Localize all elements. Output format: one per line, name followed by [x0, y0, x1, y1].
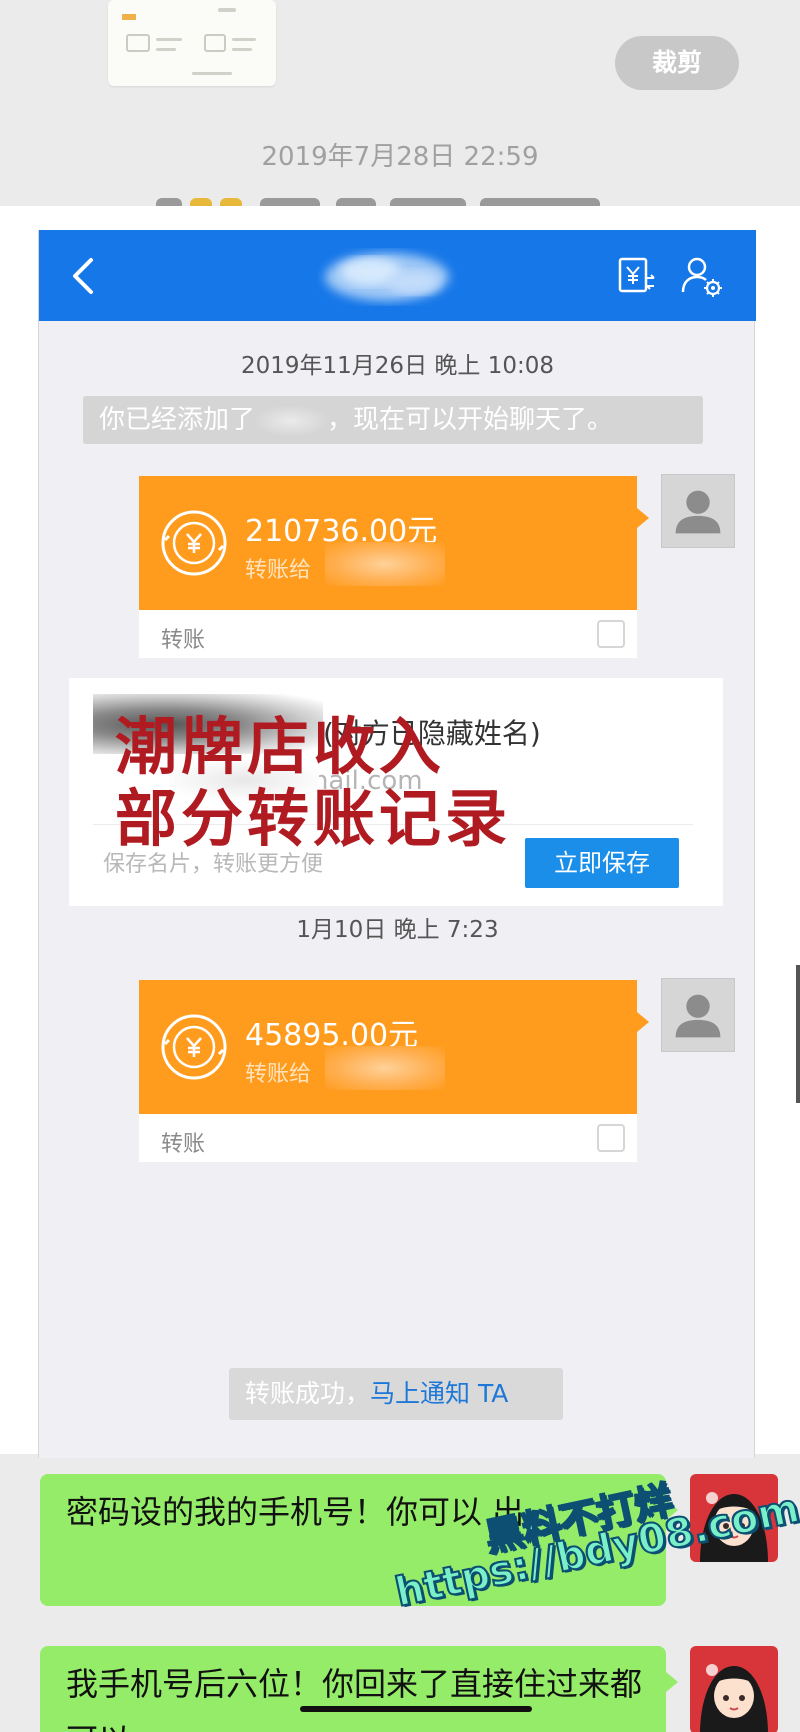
home-indicator[interactable] — [300, 1706, 532, 1712]
overlay-caption-line1: 潮牌店收入 — [115, 710, 446, 783]
transfer-yuan-icon — [161, 1014, 227, 1080]
blurred-recipient — [325, 542, 445, 586]
message-bubble[interactable]: 我手机号后六位！你回来了直接住过来都可以 — [40, 1646, 666, 1732]
transfer-recipient: 转账给 — [245, 558, 312, 583]
crop-button[interactable]: 裁剪 — [615, 36, 739, 90]
notify-link[interactable]: 马上通知 TA — [370, 1379, 508, 1408]
system-message: 你已经添加了 ，现在可以开始聊天了。 — [83, 396, 703, 444]
transfer-label: 转账 — [161, 1132, 206, 1157]
transfer-yuan-icon — [161, 510, 227, 576]
chat-screen: 裁剪 2019年7月28日 22:59 2019年11月26日 晚上 10:08… — [0, 0, 800, 1732]
chevron-left-icon[interactable] — [67, 256, 101, 296]
timestamp: 2019年11月26日 晚上 10:08 — [241, 353, 554, 379]
avatar[interactable] — [661, 978, 735, 1052]
transfer-success-message: 转账成功，马上通知 TA — [229, 1368, 563, 1420]
blurred-name — [325, 253, 449, 301]
avatar[interactable] — [690, 1646, 778, 1732]
avatar[interactable] — [661, 474, 735, 548]
timestamp: 1月10日 晚上 7:23 — [296, 917, 499, 943]
transfer-card[interactable]: 210736.00元 转账给 转账 — [139, 476, 649, 658]
transfer-recipient: 转账给 — [245, 1062, 312, 1087]
save-now-button[interactable]: 立即保存 — [525, 838, 679, 888]
transfer-label: 转账 — [161, 628, 206, 653]
timestamp: 2019年7月28日 22:59 — [261, 142, 539, 172]
alipay-icon — [597, 1124, 625, 1152]
overlay-caption-line2: 部分转账记录 — [115, 782, 512, 855]
blurred-recipient — [325, 1046, 445, 1090]
nav-bar — [39, 230, 756, 321]
user-settings-icon[interactable] — [679, 254, 725, 300]
alipay-icon — [597, 620, 625, 648]
alipay-chat-screenshot: 2019年11月26日 晚上 10:08 你已经添加了 ，现在可以开始聊天了。 2… — [38, 230, 756, 1458]
blurred-contact-name — [255, 405, 328, 436]
scrollbar[interactable] — [796, 965, 800, 1103]
yuan-bill-icon[interactable] — [617, 256, 657, 296]
embedded-screenshot[interactable]: 2019年11月26日 晚上 10:08 你已经添加了 ，现在可以开始聊天了。 2… — [0, 206, 800, 1458]
transfer-card[interactable]: 45895.00元 转账给 转账 — [139, 980, 649, 1162]
image-message-thumbnail[interactable] — [108, 0, 276, 86]
